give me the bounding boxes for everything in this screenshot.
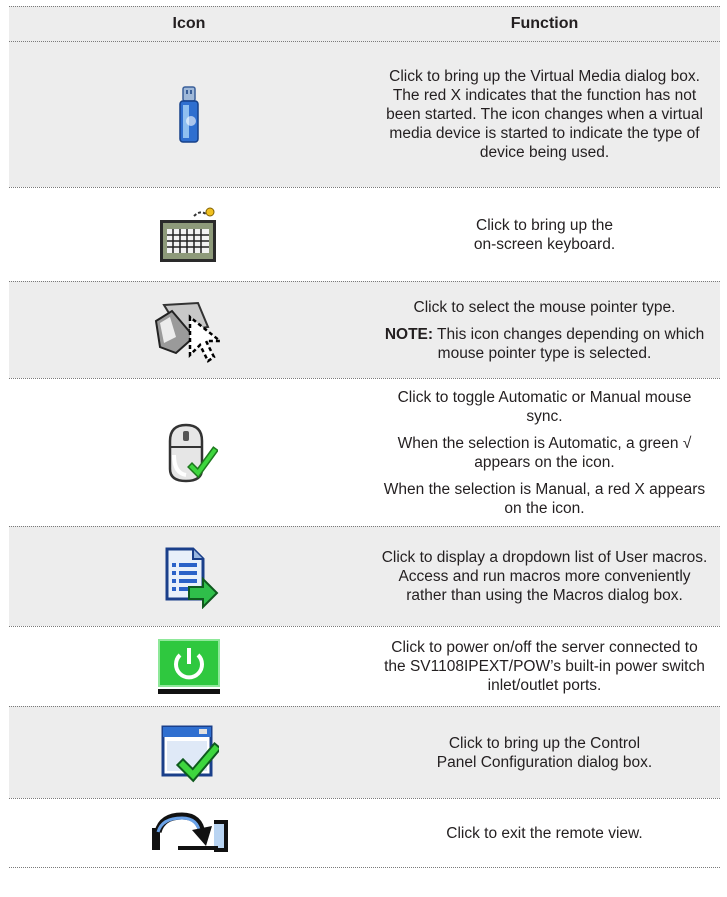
control-panel-config-icon bbox=[161, 725, 219, 782]
exit-icon bbox=[152, 812, 228, 852]
function-note: NOTE: This icon changes depending on whi… bbox=[369, 325, 720, 363]
table-header: Icon Function bbox=[9, 6, 720, 41]
table-row: Click to toggle Automatic or Manual mous… bbox=[9, 378, 720, 526]
icon-column-header: Icon bbox=[172, 15, 206, 32]
function-description: Click to bring up the on-screen keyboard… bbox=[473, 216, 616, 253]
control-panel-config-button[interactable] bbox=[9, 707, 369, 798]
mouse-pointer-icon bbox=[154, 301, 224, 363]
keyboard-icon bbox=[160, 207, 216, 262]
table-row: Click to bring up the Control Panel Conf… bbox=[9, 706, 720, 798]
virtual-media-button[interactable] bbox=[9, 42, 369, 187]
table-row: Click to exit the remote view. bbox=[9, 798, 720, 868]
table-row: Click to bring up the on-screen keyboard… bbox=[9, 187, 720, 281]
mouse-pointer-type-button[interactable] bbox=[9, 282, 369, 378]
function-description: Click to exit the remote view. bbox=[446, 824, 643, 842]
function-description: Click to bring up the Control Panel Conf… bbox=[436, 734, 653, 771]
mouse-sync-icon bbox=[168, 423, 218, 482]
function-description: Click to bring up the Virtual Media dial… bbox=[386, 68, 703, 161]
table-row: Click to power on/off the server connect… bbox=[9, 626, 720, 706]
table-row: Click to select the mouse pointer type. … bbox=[9, 281, 720, 378]
function-description-automatic: When the selection is Automatic, a green… bbox=[397, 434, 692, 471]
function-description: Click to toggle Automatic or Manual mous… bbox=[397, 388, 692, 425]
function-description-manual: When the selection is Manual, a red X ap… bbox=[383, 480, 706, 517]
table-row: Click to display a dropdown list of User… bbox=[9, 526, 720, 626]
table-row: Click to bring up the Virtual Media dial… bbox=[9, 41, 720, 187]
macro-list-icon bbox=[165, 547, 219, 609]
exit-remote-view-button[interactable] bbox=[9, 799, 369, 867]
function-description: Click to power on/off the server connect… bbox=[384, 639, 705, 694]
power-button[interactable] bbox=[9, 627, 369, 706]
usb-drive-icon bbox=[179, 85, 199, 143]
note-text: This icon changes depending on which mou… bbox=[433, 325, 705, 362]
function-description: Click to display a dropdown list of User… bbox=[381, 549, 708, 604]
on-screen-keyboard-button[interactable] bbox=[9, 188, 369, 281]
user-macros-button[interactable] bbox=[9, 527, 369, 626]
function-description: Click to select the mouse pointer type. bbox=[413, 298, 676, 316]
note-label: NOTE: bbox=[384, 325, 434, 343]
function-column-header: Function bbox=[510, 15, 579, 32]
mouse-sync-button[interactable] bbox=[9, 379, 369, 526]
power-icon bbox=[158, 638, 220, 694]
